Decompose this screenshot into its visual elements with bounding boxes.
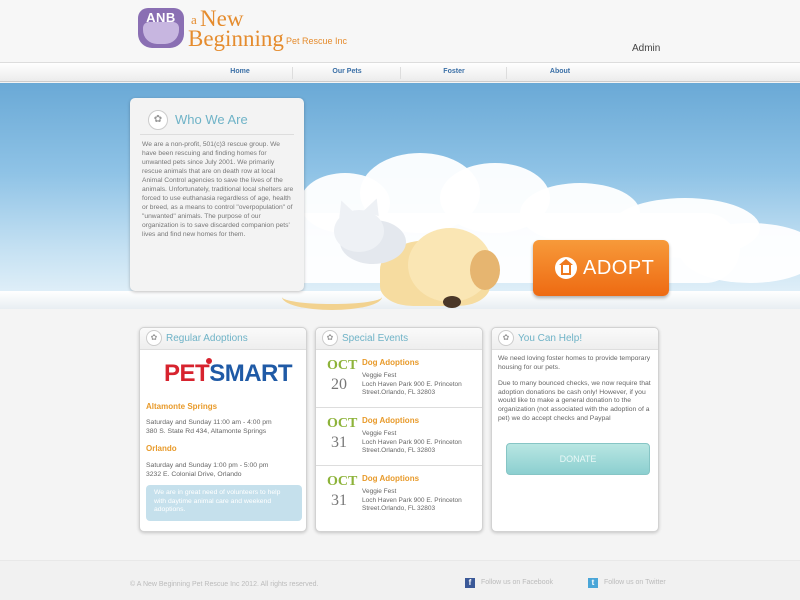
donation-policy-text: Due to many bounced checks, we now requi… <box>498 380 651 422</box>
event-title[interactable]: Dog Adoptions <box>362 474 419 483</box>
cat-head-illustration <box>334 210 384 252</box>
dog-ear-illustration <box>470 250 500 290</box>
who-we-are-text: We are a non-profit, 501(c)3 rescue grou… <box>142 141 294 238</box>
event-title[interactable]: Dog Adoptions <box>362 358 419 367</box>
who-we-are-panel: ✿ Who We Are We are a non-profit, 501(c)… <box>130 98 304 291</box>
event-month: OCT <box>327 416 358 431</box>
petsmart-logo[interactable]: PETSMART <box>164 360 293 388</box>
petsmart-ball-icon <box>206 358 212 364</box>
event-month: OCT <box>327 474 358 489</box>
nav-home[interactable]: Home <box>222 68 258 75</box>
house-icon <box>555 257 577 279</box>
nav-our-pets[interactable]: Our Pets <box>326 68 368 75</box>
event-line: Street.Orlando, FL 32803 <box>362 389 436 396</box>
main-nav: Home Our Pets Foster About <box>0 62 800 82</box>
location-name: Altamonte Springs <box>146 402 218 411</box>
house-body <box>561 265 571 275</box>
facebook-link[interactable]: Follow us on Facebook <box>481 579 553 586</box>
nav-about[interactable]: About <box>542 68 578 75</box>
location-address: 3232 E. Colonial Drive, Orlando <box>146 471 242 478</box>
facebook-icon[interactable]: f <box>465 578 475 588</box>
donate-button[interactable]: DONATE <box>506 443 650 475</box>
adopt-button[interactable]: ADOPT <box>533 240 669 296</box>
dog-tail-illustration <box>282 284 382 310</box>
nav-divider <box>400 67 401 79</box>
divider <box>140 134 294 135</box>
you-can-help-box: ✿ You Can Help! We need loving foster ho… <box>491 327 659 532</box>
you-can-help-title: You Can Help! <box>518 333 583 344</box>
copyright-text: © A New Beginning Pet Rescue Inc 2012. A… <box>130 581 319 588</box>
special-events-box: ✿ Special Events OCT 20 Dog Adoptions Ve… <box>315 327 483 532</box>
nav-divider <box>506 67 507 79</box>
event-line: Street.Orlando, FL 32803 <box>362 505 436 512</box>
event-line: Loch Haven Park 900 E. Princeton <box>362 496 462 504</box>
event-description: Veggie Fest Loch Haven Park 900 E. Princ… <box>362 488 480 514</box>
paw-icon: ✿ <box>146 330 162 346</box>
event-item[interactable]: OCT 31 Dog Adoptions Veggie Fest Loch Ha… <box>316 408 482 466</box>
event-day: 31 <box>331 434 347 451</box>
event-day: 20 <box>331 376 347 393</box>
box-header: ✿ Special Events <box>316 328 482 350</box>
paw-icon: ✿ <box>498 330 514 346</box>
location-name: Orlando <box>146 444 177 453</box>
admin-link[interactable]: Admin <box>632 43 660 54</box>
paw-icon: ✿ <box>322 330 338 346</box>
regular-adoptions-title: Regular Adoptions <box>166 333 248 344</box>
event-line: Loch Haven Park 900 E. Princeton <box>362 380 462 388</box>
site-footer: © A New Beginning Pet Rescue Inc 2012. A… <box>0 560 800 600</box>
adopt-label: ADOPT <box>583 257 655 279</box>
dog-nose-illustration <box>443 296 461 308</box>
event-line: Veggie Fest <box>362 430 397 437</box>
event-month: OCT <box>327 358 358 373</box>
event-title[interactable]: Dog Adoptions <box>362 416 419 425</box>
site-header: ANB a New Beginning Pet Rescue Inc Admin <box>0 0 800 62</box>
volunteer-notice: We are in great need of volunteers to he… <box>146 485 302 521</box>
special-events-title: Special Events <box>342 333 409 344</box>
event-line: Veggie Fest <box>362 488 397 495</box>
location-address: 380 S. State Rd 434, Altamonte Springs <box>146 428 267 435</box>
location-hours: Saturday and Sunday 1:00 pm - 5:00 pm <box>146 462 269 469</box>
logo-pets-icon <box>143 22 179 44</box>
box-header: ✿ Regular Adoptions <box>140 328 306 350</box>
event-line: Street.Orlando, FL 32803 <box>362 447 436 454</box>
event-item[interactable]: OCT 31 Dog Adoptions Veggie Fest Loch Ha… <box>316 466 482 524</box>
logo-badge-text: ANB <box>146 10 176 25</box>
nav-divider <box>292 67 293 79</box>
nav-foster[interactable]: Foster <box>436 68 472 75</box>
twitter-link[interactable]: Follow us on Twitter <box>604 579 666 586</box>
box-header: ✿ You Can Help! <box>492 328 658 350</box>
twitter-icon[interactable]: t <box>588 578 598 588</box>
regular-adoptions-box: ✿ Regular Adoptions PETSMART Altamonte S… <box>139 327 307 532</box>
who-we-are-title: Who We Are <box>175 112 248 127</box>
petsmart-logo-pet: PET <box>164 360 210 387</box>
logo-badge[interactable]: ANB <box>138 8 186 48</box>
event-line: Loch Haven Park 900 E. Princeton <box>362 438 462 446</box>
event-line: Veggie Fest <box>362 372 397 379</box>
event-description: Veggie Fest Loch Haven Park 900 E. Princ… <box>362 430 480 456</box>
event-description: Veggie Fest Loch Haven Park 900 E. Princ… <box>362 372 480 398</box>
event-item[interactable]: OCT 20 Dog Adoptions Veggie Fest Loch Ha… <box>316 350 482 408</box>
logo-subtitle: Pet Rescue Inc <box>286 36 348 46</box>
foster-appeal-text: We need loving foster homes to provide t… <box>498 355 651 371</box>
logo-beginning[interactable]: Beginning <box>188 26 284 52</box>
event-day: 31 <box>331 492 347 509</box>
petsmart-logo-smart: SMART <box>209 360 293 387</box>
paw-icon: ✿ <box>148 110 168 130</box>
location-hours: Saturday and Sunday 11:00 am - 4:00 pm <box>146 419 272 426</box>
